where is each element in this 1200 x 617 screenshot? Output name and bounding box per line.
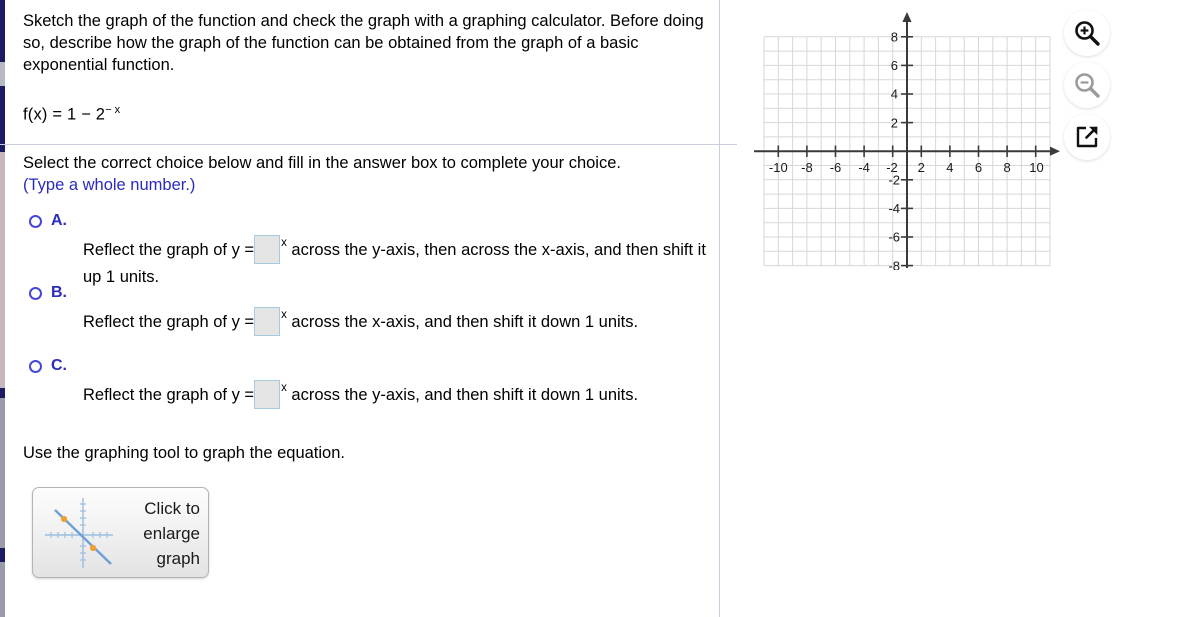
- y-tick-label: 8: [891, 30, 898, 45]
- function-equation: f(x) = 1 − 2− x: [23, 104, 120, 125]
- left-edge-scroll-strip[interactable]: [0, 0, 5, 617]
- choice-text-c: Reflect the graph of y = x across the y-a…: [83, 375, 713, 409]
- instruction-line-2: (Type a whole number.): [23, 176, 196, 194]
- choice-text-b: Reflect the graph of y = x across the x-a…: [83, 302, 713, 336]
- question-prompt: Sketch the graph of the function and che…: [23, 12, 704, 74]
- x-tick-label: -8: [801, 160, 813, 175]
- edge-segment-mid: [0, 86, 5, 152]
- x-tick-label: -6: [830, 160, 842, 175]
- zoom-in-icon: [1075, 21, 1100, 46]
- y-tick-label: -2: [888, 173, 900, 188]
- choice-letter-b: B.: [51, 284, 67, 301]
- coordinate-graph[interactable]: -10 -8 -6 -4 -2 2 4 6 8 10 8 6 4 2 -2 -4…: [732, 0, 1062, 270]
- radio-button-a[interactable]: [29, 215, 42, 228]
- choice-text-a: Reflect the graph of y = x across the y-a…: [83, 230, 713, 290]
- answer-input-b[interactable]: [254, 307, 281, 336]
- choice-c-text-after: across the y-axis, and then shift it dow…: [291, 386, 639, 404]
- section-divider: [0, 144, 737, 145]
- x-tick-label: 10: [1029, 160, 1043, 175]
- edge-segment-top: [0, 0, 5, 62]
- radio-button-b[interactable]: [29, 287, 42, 300]
- x-tick-label: -4: [858, 160, 870, 175]
- y-tick-label: 6: [891, 58, 898, 73]
- y-tick-label: 4: [891, 87, 898, 102]
- x-tick-label: 8: [1003, 160, 1010, 175]
- edge-segment-lower: [0, 388, 5, 398]
- expand-graph-button[interactable]: [1064, 114, 1110, 160]
- equation-exponent: − x: [105, 104, 121, 116]
- graph-pane: -10 -8 -6 -4 -2 2 4 6 8 10 8 6 4 2 -2 -4…: [720, 0, 1200, 617]
- choice-c-text-before: Reflect the graph of y =: [83, 386, 255, 404]
- radio-button-c[interactable]: [29, 360, 42, 373]
- y-axis-arrow: [902, 12, 912, 22]
- edge-segment-pink: [0, 152, 5, 388]
- y-tick-label: 2: [891, 115, 898, 130]
- question-pane: Sketch the graph of the function and che…: [0, 0, 737, 617]
- answer-input-c[interactable]: [254, 380, 281, 409]
- edge-segment-bottom: [0, 548, 5, 562]
- choice-b-text-after: across the x-axis, and then shift it dow…: [291, 313, 639, 331]
- zoom-in-button[interactable]: [1064, 10, 1110, 56]
- choice-a-text-before: Reflect the graph of y =: [83, 241, 255, 259]
- choice-letter-c: C.: [51, 357, 67, 374]
- click-to-enlarge-graph-button[interactable]: Click to enlarge graph: [32, 487, 209, 578]
- y-tick-label: -8: [888, 258, 900, 270]
- choice-b-exponent: x: [281, 309, 287, 321]
- x-axis-arrow: [1050, 146, 1060, 156]
- choice-letter-a: A.: [51, 212, 67, 229]
- x-tick-label: 2: [918, 160, 925, 175]
- x-tick-label: -10: [769, 160, 788, 175]
- zoom-out-icon: [1075, 73, 1100, 98]
- edge-segment-handle[interactable]: [0, 62, 5, 86]
- instruction-line-1: Select the correct choice below and fill…: [23, 154, 621, 172]
- expand-icon: [1076, 126, 1098, 148]
- choice-b-text-before: Reflect the graph of y =: [83, 313, 255, 331]
- x-tick-label: 6: [975, 160, 982, 175]
- equation-main: f(x) = 1 − 2: [23, 105, 106, 124]
- y-tick-label: -6: [888, 230, 900, 245]
- enlarge-button-label: Click to enlarge graph: [143, 499, 200, 568]
- x-tick-label: 4: [946, 160, 953, 175]
- y-tick-label: -4: [888, 201, 900, 216]
- choice-a-exponent: x: [281, 237, 287, 249]
- graphing-tool-instruction: Use the graphing tool to graph the equat…: [23, 444, 345, 462]
- answer-instruction: Select the correct choice below and fill…: [23, 152, 723, 196]
- choice-c-exponent: x: [281, 382, 287, 394]
- graph-toolbar: [1064, 10, 1110, 166]
- zoom-out-button[interactable]: [1064, 62, 1110, 108]
- answer-input-a[interactable]: [254, 235, 281, 264]
- graph-svg[interactable]: -10 -8 -6 -4 -2 2 4 6 8 10 8 6 4 2 -2 -4…: [732, 0, 1062, 270]
